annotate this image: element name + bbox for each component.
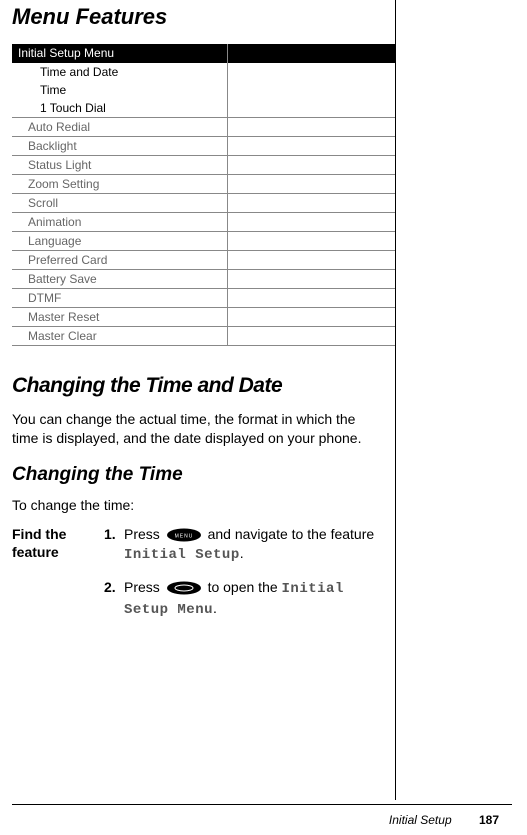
page-title: Menu Features: [12, 0, 380, 44]
steps-label: Find the feature: [12, 525, 104, 633]
step-1: 1. Press MENU and navigate to the featur…: [104, 525, 380, 566]
menu-row: Master Reset: [12, 307, 395, 326]
menu-row: Preferred Card: [12, 250, 395, 269]
menu-row: Animation: [12, 212, 395, 231]
menu-row: Battery Save: [12, 269, 395, 288]
menu-key-icon: MENU: [166, 528, 202, 542]
menu-header-right: [228, 44, 395, 63]
section-heading-time-date: Changing the Time and Date: [12, 374, 380, 398]
step-text: .: [213, 600, 217, 616]
menu-row: Master Clear: [12, 326, 395, 346]
menu-header: Initial Setup Menu: [12, 44, 227, 63]
vertical-rule: [395, 0, 396, 800]
menu-sub-item: 1 Touch Dial: [12, 99, 227, 117]
menu-row: DTMF: [12, 288, 395, 307]
subsection-heading-time: Changing the Time: [12, 464, 380, 486]
feature-name: Initial Setup: [124, 547, 240, 563]
footer-section: Initial Setup: [389, 813, 452, 827]
menu-table: Initial Setup Menu Time and Date Time 1 …: [12, 44, 395, 346]
step-text: to open the: [204, 579, 282, 595]
menu-row: Language: [12, 231, 395, 250]
step-2: 2. Press to open the Initial Setup Menu.: [104, 578, 380, 621]
menu-row: Zoom Setting: [12, 174, 395, 193]
step-text: Press: [124, 579, 164, 595]
step-text: .: [240, 545, 244, 561]
page-number: 187: [479, 813, 499, 827]
body-text: To change the time:: [12, 496, 380, 515]
footer-rule: [12, 804, 512, 805]
menu-sub-item: Time: [12, 81, 227, 99]
menu-row: Status Light: [12, 155, 395, 174]
body-text: You can change the actual time, the form…: [12, 410, 380, 448]
page-footer: Initial Setup 187: [389, 813, 499, 827]
step-number: 1.: [104, 525, 124, 566]
step-text: Press: [124, 526, 164, 542]
menu-row: Backlight: [12, 136, 395, 155]
menu-row: Auto Redial: [12, 117, 395, 136]
steps-block: Find the feature 1. Press MENU and navig…: [12, 525, 380, 633]
select-key-icon: [166, 581, 202, 595]
menu-sub-item: Time and Date: [12, 63, 227, 81]
step-text: and navigate to the feature: [204, 526, 374, 542]
step-number: 2.: [104, 578, 124, 621]
svg-text:MENU: MENU: [174, 533, 193, 539]
menu-row: Scroll: [12, 193, 395, 212]
